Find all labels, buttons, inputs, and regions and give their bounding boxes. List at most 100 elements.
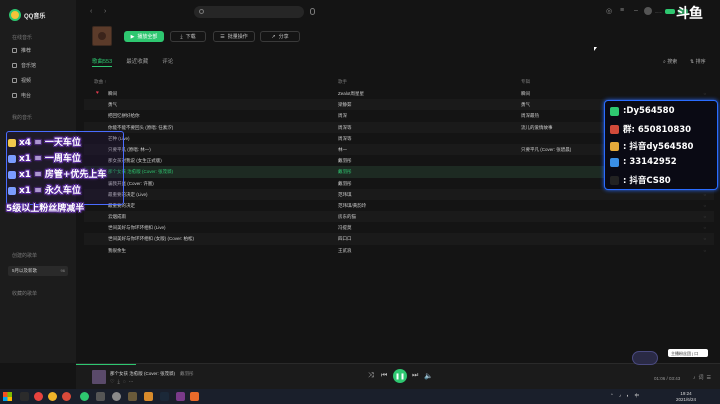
minimize-icon[interactable]: – [634,7,638,14]
next-icon[interactable]: ⏭ [412,372,418,380]
table-row[interactable]: 我很余生 王贰浪 ◌ [84,245,714,256]
taskview-icon[interactable] [20,392,29,401]
contact-row: : 抖音dy564580 [610,140,693,152]
song-artist[interactable]: 范玮琪 [338,192,352,198]
search-box[interactable] [194,6,304,18]
contact-row: 群: 650810830 [610,123,691,135]
table-row[interactable]: 云烟成雨 房东的猫 ◌ [84,211,714,223]
song-album[interactable]: 流儿的爱情故事 [521,125,553,131]
app-icon-5[interactable] [128,392,137,401]
song-artist[interactable]: 房东的猫 [338,214,356,220]
playlist-icon[interactable]: ☰ [707,375,714,381]
download-status-icon[interactable]: ◌ [704,248,706,253]
now-playing-actions: ♡⤓◌⋯ [110,379,137,385]
search-input[interactable] [207,7,299,17]
tab-underline [92,66,112,67]
app-icon-7[interactable] [176,392,185,401]
sort-button[interactable]: ⇅ 排序 [690,58,706,65]
table-row[interactable]: 最重要的决定 (Live) 范玮琪 ◌ [84,188,714,200]
now-playing-cover[interactable] [92,370,106,384]
qq-music-logo-icon [9,9,21,21]
previous-icon[interactable]: ⏮ [381,372,387,380]
download-status-icon[interactable]: ◌ [704,214,706,219]
song-artist[interactable]: 梁静茹 [338,102,352,108]
lyrics-icon[interactable]: 词 [699,375,707,381]
song-title: 瞬间 [108,91,117,96]
search-in-list-button[interactable]: ⌕ 搜索 [663,58,677,65]
column-album[interactable]: 专辑 [521,79,530,85]
douyu-logo-icon: 斗鱼 [676,6,703,22]
download-status-icon[interactable]: ◌ [704,225,706,230]
settings-icon[interactable]: ≡ [620,7,624,14]
song-artist[interactable]: 范玮琪/黄韵玲 [338,203,366,209]
sidebar-item-radio[interactable]: 电台 [12,92,31,99]
app-icon-8[interactable] [190,392,199,401]
top-bar: ‹ › ...... ◎ ≡ – □ [76,0,720,24]
column-title[interactable]: 歌曲 ↑ [94,79,107,85]
sidebar-item-music-hall[interactable]: 音乐馆 [12,62,36,69]
batch-operation-button[interactable]: ☰ 批量操作 [213,31,255,42]
table-row[interactable]: 世间美好与你环环相扣 (女版) (Cover: 柏松) 四口口 ◌ [84,233,714,245]
app-brand[interactable]: QQ音乐 [9,9,45,21]
download-button[interactable]: ⤓ 下载 [170,31,206,42]
sidebar-item-video[interactable]: 视频 [12,77,31,84]
song-artist[interactable]: 戴羽彤 [338,158,352,164]
avatar[interactable] [644,7,652,15]
qq-music-taskbar-icon[interactable] [80,392,89,401]
play-all-button[interactable]: ▶ 播放全部 [124,31,164,42]
tab-songs[interactable]: 歌曲553 [92,57,112,65]
system-tray[interactable]: ⌃ ♪ ◐ 中 [610,393,641,399]
song-artist[interactable]: 周深等 [338,125,352,131]
song-artist[interactable]: 周深等 [338,136,352,142]
app-icon-2[interactable] [48,392,57,401]
microphone-icon[interactable] [310,8,315,15]
windows-start-icon[interactable] [3,392,12,401]
rocket-gift-icon [8,138,16,147]
song-album[interactable]: 只要平凡 (Cover: 张碧晨) [521,147,571,153]
sidebar-playlist-item[interactable]: 5月以及新歌 96 [8,266,68,276]
download-status-icon[interactable]: ◌ [704,203,706,208]
sidebar-item-recommend[interactable]: 推荐 [12,47,31,54]
table-row[interactable]: 最重要的决定 范玮琪/黄韵玲 ◌ [84,200,714,211]
tab-recent-collected[interactable]: 最近收藏 [126,57,148,65]
song-artist[interactable]: 四口口 [338,236,352,242]
volume-icon[interactable]: 🔈 [424,372,433,380]
table-row[interactable]: 世间美好与你环环相扣 (Live) 冯提莫 ◌ [84,222,714,233]
forward-arrow-icon[interactable]: › [104,8,111,15]
pause-button[interactable]: ❚❚ [393,369,407,383]
download-status-icon[interactable]: ◌ [704,236,706,241]
promo-line-3: x1 = 房管+优先上车 [8,167,106,180]
table-row[interactable]: ♥ 瞬间 Zealot周星星 瞬间 ◌ [84,88,714,99]
song-artist[interactable]: 王贰浪 [338,248,352,254]
share-button[interactable]: ↗ 分享 [260,31,300,42]
skin-icon[interactable]: ◎ [606,7,612,15]
song-artist[interactable]: 林一 [338,147,347,153]
song-album[interactable]: 瞬间 [521,91,530,97]
song-artist[interactable]: 冯提莫 [338,225,352,231]
song-artist[interactable]: 戴羽彤 [338,181,352,187]
download-status-icon[interactable]: ◌ [704,91,706,96]
song-artist[interactable]: 戴羽彤 [338,169,352,175]
column-artist[interactable]: 歌手 [338,79,347,85]
taskbar-clock[interactable]: 19:24 2021/6/24 [676,391,696,402]
app-icon-1[interactable] [34,392,43,401]
song-album[interactable]: 勇气 [521,102,530,108]
song-artist[interactable]: Zealot周星星 [338,91,364,97]
liked-heart-icon[interactable]: ♥ [96,90,99,96]
progress-bar[interactable] [76,364,136,365]
app-icon-4[interactable] [112,392,121,401]
song-title: 我很余生 [108,247,126,253]
steam-icon[interactable] [160,392,169,401]
back-arrow-icon[interactable]: ‹ [90,8,97,15]
tab-comments[interactable]: 评论 [162,57,173,65]
app-icon-3[interactable] [96,392,105,401]
browser-icon[interactable] [62,392,71,401]
download-status-icon[interactable]: ◌ [704,192,706,197]
song-album[interactable]: 周深最热 [521,113,539,119]
contact-text: : 抖音CS80 [623,176,671,186]
app-icon-6[interactable] [144,392,153,401]
shuffle-icon[interactable]: ⤨ [368,372,374,380]
song-artist[interactable]: 周深 [338,113,347,119]
promo-line-2: x1 = 一周车位 [8,151,81,164]
more-icon[interactable]: ⋯ [129,379,137,385]
